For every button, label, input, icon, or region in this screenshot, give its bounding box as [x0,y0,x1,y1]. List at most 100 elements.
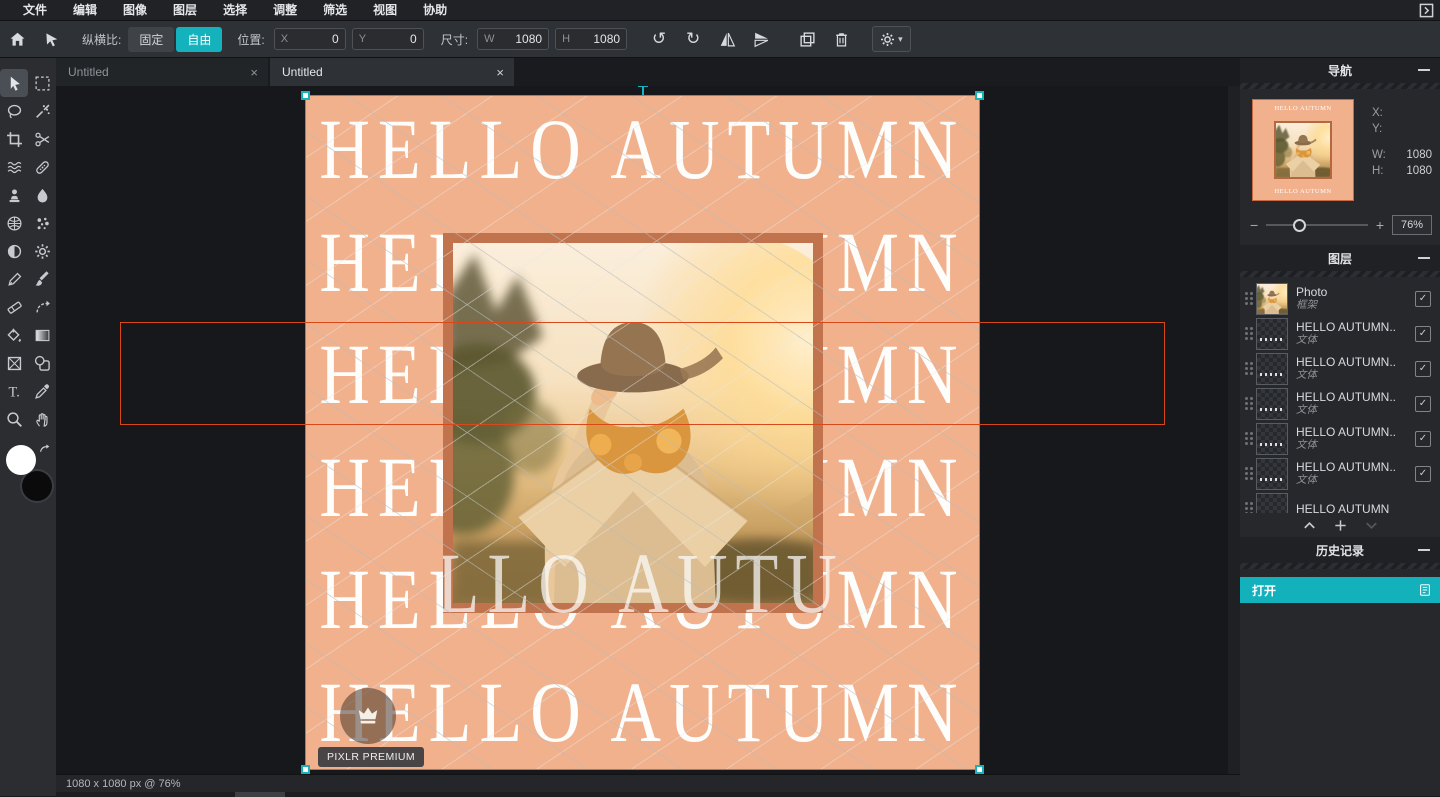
premium-crown-icon[interactable] [340,688,396,744]
canvas[interactable]: HELLO AUTUMNHELLO AUTUMNHELLO AUTUMNHELL… [305,95,980,770]
tool-lasso-icon[interactable] [0,97,28,125]
tab-close-icon[interactable]: × [486,65,504,80]
layer-row-5[interactable]: HELLO AUTUMN..文体✓ [1240,421,1440,456]
navigator-info: X: Y: W:1080 H:1080 [1372,99,1432,209]
swap-colors-icon[interactable] [38,443,52,457]
undo-icon[interactable]: ↺ [648,28,670,50]
layer-row-2[interactable]: HELLO AUTUMN..文体✓ [1240,316,1440,351]
menu-item-3[interactable]: 图像 [110,0,160,20]
zoom-slider[interactable] [1266,224,1368,226]
tool-text-icon[interactable]: T. [0,377,28,405]
layer-visibility-checkbox[interactable]: ✓ [1415,431,1431,447]
menu-item-5[interactable]: 选择 [210,0,260,20]
arrange-pointer-icon[interactable] [40,28,62,50]
menu-item-6[interactable]: 调整 [260,0,310,20]
tool-magic-wand-icon[interactable] [28,97,56,125]
layer-visibility-checkbox[interactable]: ✓ [1415,361,1431,377]
tool-shape-icon[interactable] [28,349,56,377]
layer-drag-handle[interactable] [1244,361,1254,376]
tool-sponge-icon[interactable] [28,209,56,237]
tool-pixelate-icon[interactable] [0,209,28,237]
menu-item-1[interactable]: 文件 [10,0,60,20]
home-button[interactable] [6,28,28,50]
navigator-collapse-icon[interactable] [1418,69,1430,71]
vertical-scrollbar[interactable] [1228,86,1240,774]
menu-item-8[interactable]: 视图 [360,0,410,20]
tool-scissors-icon[interactable] [28,125,56,153]
layer-visibility-checkbox[interactable]: ✓ [1415,466,1431,482]
layer-row-3[interactable]: HELLO AUTUMN..文体✓ [1240,351,1440,386]
menu-item-9[interactable]: 协助 [410,0,460,20]
tool-eraser-icon[interactable] [0,293,28,321]
tab-2[interactable]: Untitled× [270,58,514,86]
layer-drag-handle[interactable] [1244,291,1254,306]
history-item-1[interactable]: 打开 [1240,577,1440,603]
duplicate-icon[interactable] [796,28,818,50]
tool-crop-icon[interactable] [0,125,28,153]
tool-adjust-icon[interactable] [28,237,56,265]
tool-eyedropper-icon[interactable] [28,377,56,405]
layer-drag-handle[interactable] [1244,326,1254,341]
layer-row-7[interactable]: HELLO AUTUMN [1240,491,1440,513]
tool-hand-icon[interactable] [28,405,56,433]
tool-select-icon[interactable] [0,69,28,97]
flip-horizontal-icon[interactable] [716,28,738,50]
zoom-in-button[interactable]: + [1376,218,1384,232]
menu-item-2[interactable]: 编辑 [60,0,110,20]
layer-row-1[interactable]: Photo框架✓ [1240,281,1440,316]
tool-fill-icon[interactable] [0,321,28,349]
redo-icon[interactable]: ↻ [682,28,704,50]
photo-frame[interactable] [443,233,823,613]
panel-expand-icon[interactable] [1419,3,1434,18]
aspect-free-button[interactable]: 自由 [176,27,222,52]
width-input[interactable]: W 1080 [477,28,549,50]
settings-gear-button[interactable]: ▾ [872,26,911,52]
layer-drag-handle[interactable] [1244,396,1254,411]
layer-row-4[interactable]: HELLO AUTUMN..文体✓ [1240,386,1440,421]
height-input[interactable]: H 1080 [555,28,627,50]
history-collapse-icon[interactable] [1418,549,1430,551]
tool-blur-icon[interactable] [28,181,56,209]
layer-visibility-checkbox[interactable]: ✓ [1415,396,1431,412]
tool-pen-icon[interactable] [0,265,28,293]
horizontal-scrollbar-thumb[interactable] [235,792,285,797]
tool-dodge-burn-icon[interactable] [0,237,28,265]
tab-1[interactable]: Untitled× [56,58,268,86]
x-input[interactable]: X 0 [274,28,346,50]
tool-zoom-icon[interactable] [0,405,28,433]
layer-thumbnail [1256,353,1288,385]
layer-down-icon[interactable] [1364,518,1379,533]
add-layer-icon[interactable] [1333,518,1348,533]
tool-heal-icon[interactable] [28,153,56,181]
delete-icon[interactable] [830,28,852,50]
layer-visibility-checkbox[interactable]: ✓ [1415,291,1431,307]
rotation-handle[interactable] [638,86,648,87]
width-input-value: 1080 [515,32,542,46]
tool-brush-icon[interactable] [28,265,56,293]
tool-smudge-icon[interactable] [28,293,56,321]
layers-collapse-icon[interactable] [1418,257,1430,259]
navigator-thumbnail[interactable]: HELLO AUTUMNHELLO AUTUMNHELLO AUTUMNHELL… [1252,99,1354,201]
layer-drag-handle[interactable] [1244,431,1254,446]
tool-frame-icon[interactable] [0,349,28,377]
tool-clone-stamp-icon[interactable] [0,181,28,209]
zoom-out-button[interactable]: − [1250,218,1258,232]
layer-up-icon[interactable] [1302,518,1317,533]
tool-marquee-icon[interactable] [28,69,56,97]
layer-visibility-checkbox[interactable]: ✓ [1415,326,1431,342]
foreground-color-swatch[interactable] [6,445,36,475]
tab-close-icon[interactable]: × [240,65,258,80]
horizontal-scrollbar[interactable] [56,792,1240,797]
menu-item-7[interactable]: 筛选 [310,0,360,20]
tool-gradient-icon[interactable] [28,321,56,349]
menu-item-4[interactable]: 图层 [160,0,210,20]
zoom-slider-thumb[interactable] [1293,219,1306,232]
zoom-value[interactable]: 76% [1392,215,1432,235]
layer-drag-handle[interactable] [1244,466,1254,481]
flip-vertical-icon[interactable] [750,28,772,50]
tool-liquify-icon[interactable] [0,153,28,181]
y-input[interactable]: Y 0 [352,28,424,50]
layer-drag-handle[interactable] [1244,501,1254,513]
layer-row-6[interactable]: HELLO AUTUMN..文体✓ [1240,456,1440,491]
aspect-fixed-button[interactable]: 固定 [128,27,174,52]
